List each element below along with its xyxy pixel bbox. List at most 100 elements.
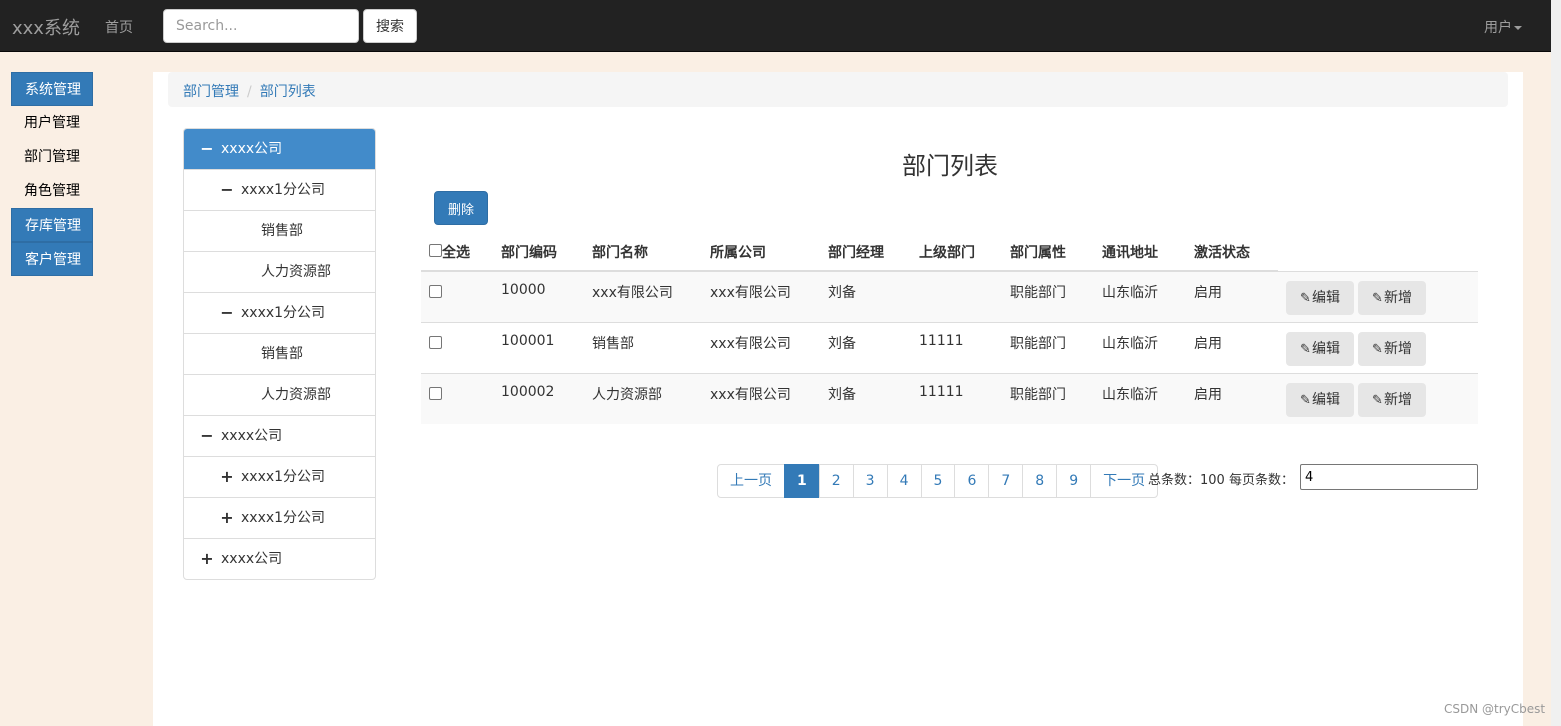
header-dept-name: 部门名称: [592, 245, 648, 261]
search-input[interactable]: [163, 9, 359, 43]
header-parent-dept: 上级部门: [919, 245, 975, 261]
header-dept-type: 部门属性: [1010, 245, 1066, 261]
cell-dept-type: 职能部门: [1010, 387, 1066, 403]
pencil-icon: ✎: [1300, 393, 1311, 408]
minus-icon[interactable]: −: [200, 416, 214, 456]
edit-button[interactable]: ✎编辑: [1286, 383, 1354, 417]
plus-icon[interactable]: +: [200, 539, 214, 579]
tree-node[interactable]: + xxxx公司: [184, 539, 375, 579]
tree-node[interactable]: − xxxx1分公司: [184, 170, 375, 211]
cell-parent-dept: 11111: [919, 333, 964, 349]
tree-node[interactable]: 人力资源部: [184, 375, 375, 416]
add-button[interactable]: ✎新增: [1358, 383, 1426, 417]
watermark: CSDN @tryCbest: [1444, 702, 1546, 716]
total-count-label: 总条数：100 每页条数：: [1148, 473, 1294, 488]
department-tree: − xxxx公司 − xxxx1分公司 销售部 人力资源部 − xxxx1分公司…: [183, 128, 376, 580]
tree-node-label: xxxx1分公司: [241, 305, 326, 321]
pagination-page-4[interactable]: 4: [886, 464, 922, 498]
sidebar-item-inventory[interactable]: 存库管理: [11, 208, 93, 242]
minus-icon[interactable]: −: [200, 129, 214, 169]
header-manager: 部门经理: [828, 245, 884, 261]
plus-icon[interactable]: +: [220, 457, 234, 497]
sidebar-item-system[interactable]: 系统管理: [11, 72, 93, 106]
pagination-page-9[interactable]: 9: [1056, 464, 1092, 498]
add-button[interactable]: ✎新增: [1358, 332, 1426, 366]
cell-company: xxx有限公司: [710, 336, 791, 352]
brand-logo[interactable]: xxx系统: [12, 14, 80, 40]
page-title: 部门列表: [902, 152, 998, 180]
plus-icon[interactable]: +: [220, 498, 234, 538]
breadcrumb: 部门管理 / 部门列表: [168, 72, 1508, 107]
tree-node-label: xxxx公司: [221, 428, 283, 444]
tree-node[interactable]: 销售部: [184, 334, 375, 375]
tree-node-label: xxxx1分公司: [241, 510, 326, 526]
pagination-page-6[interactable]: 6: [954, 464, 990, 498]
pagination-prev[interactable]: 上一页: [717, 464, 785, 498]
tree-node[interactable]: 销售部: [184, 211, 375, 252]
select-all-checkbox[interactable]: [429, 244, 442, 257]
sidebar-item-users[interactable]: 用户管理: [11, 106, 93, 140]
header-status: 激活状态: [1194, 245, 1250, 261]
cell-dept-code: 10000: [501, 282, 546, 298]
cell-manager: 刘备: [828, 387, 856, 403]
pencil-icon: ✎: [1300, 342, 1311, 357]
row-checkbox[interactable]: [429, 336, 442, 349]
tree-node[interactable]: − xxxx公司: [184, 416, 375, 457]
table-row: 10000 xxx有限公司 xxx有限公司 刘备 职能部门 山东临沂 启用 ✎编…: [421, 271, 1478, 322]
pagination-page-5[interactable]: 5: [920, 464, 956, 498]
pencil-icon: ✎: [1300, 291, 1311, 306]
tree-node-label: 销售部: [261, 346, 303, 362]
add-button[interactable]: ✎新增: [1358, 281, 1426, 315]
cell-status: 启用: [1194, 285, 1222, 301]
pagination-page-7[interactable]: 7: [988, 464, 1024, 498]
pagination-page-1[interactable]: 1: [784, 464, 820, 498]
pencil-icon: ✎: [1372, 291, 1383, 306]
pagination-page-8[interactable]: 8: [1022, 464, 1058, 498]
page-size-input[interactable]: [1300, 464, 1478, 490]
sidebar-item-customers[interactable]: 客户管理: [11, 242, 93, 276]
cell-dept-name: xxx有限公司: [592, 285, 673, 301]
pagination: 上一页 1 2 3 4 5 6 7 8 9 下一页: [717, 464, 1159, 498]
row-checkbox[interactable]: [429, 285, 442, 298]
breadcrumb-separator: /: [247, 84, 252, 100]
cell-dept-code: 100001: [501, 333, 555, 349]
edit-button[interactable]: ✎编辑: [1286, 281, 1354, 315]
edit-label: 编辑: [1311, 290, 1340, 306]
top-navbar: xxx系统 首页 搜索 用户: [0, 0, 1551, 52]
add-label: 新增: [1383, 290, 1412, 306]
cell-manager: 刘备: [828, 336, 856, 352]
cell-dept-name: 人力资源部: [592, 387, 662, 403]
window-scrollbar[interactable]: [1551, 0, 1561, 726]
tree-node[interactable]: + xxxx1分公司: [184, 457, 375, 498]
breadcrumb-item-dept-list[interactable]: 部门列表: [260, 84, 316, 100]
table-row: 100001 销售部 xxx有限公司 刘备 11111 职能部门 山东临沂 启用…: [421, 322, 1478, 373]
tree-node[interactable]: − xxxx1分公司: [184, 293, 375, 334]
edit-button[interactable]: ✎编辑: [1286, 332, 1354, 366]
pagination-page-2[interactable]: 2: [818, 464, 854, 498]
edit-label: 编辑: [1311, 392, 1340, 408]
cell-parent-dept: 11111: [919, 384, 964, 400]
row-checkbox[interactable]: [429, 387, 442, 400]
header-address: 通讯地址: [1102, 245, 1158, 261]
header-dept-code: 部门编码: [501, 245, 557, 261]
sidebar-item-roles[interactable]: 角色管理: [11, 174, 93, 208]
delete-button[interactable]: 删除: [434, 191, 488, 225]
tree-node[interactable]: 人力资源部: [184, 252, 375, 293]
breadcrumb-item-dept-management[interactable]: 部门管理: [183, 84, 239, 100]
tree-node-label: xxxx1分公司: [241, 182, 326, 198]
user-menu-label: 用户: [1484, 20, 1512, 36]
minus-icon[interactable]: −: [220, 293, 234, 333]
tree-node[interactable]: − xxxx公司: [184, 129, 375, 170]
cell-company: xxx有限公司: [710, 387, 791, 403]
pagination-page-3[interactable]: 3: [852, 464, 888, 498]
cell-status: 启用: [1194, 336, 1222, 352]
minus-icon[interactable]: −: [220, 170, 234, 210]
user-menu-dropdown[interactable]: 用户: [1484, 17, 1522, 37]
edit-label: 编辑: [1311, 341, 1340, 357]
cell-address: 山东临沂: [1102, 387, 1158, 403]
tree-node[interactable]: + xxxx1分公司: [184, 498, 375, 539]
pencil-icon: ✎: [1372, 393, 1383, 408]
nav-home-link[interactable]: 首页: [105, 17, 133, 37]
sidebar-item-departments[interactable]: 部门管理: [11, 140, 93, 174]
search-button[interactable]: 搜索: [363, 9, 417, 43]
